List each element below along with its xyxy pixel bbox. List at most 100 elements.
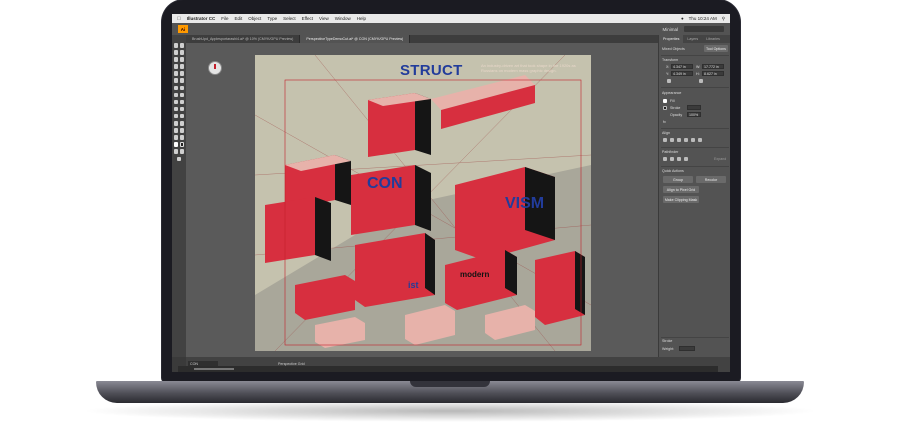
pencil-tool-icon[interactable]: [173, 78, 179, 83]
eyedropper-icon[interactable]: [173, 113, 179, 119]
h-field[interactable]: 8.627 in: [702, 71, 724, 76]
stroke-panel-heading[interactable]: Stroke: [662, 339, 672, 343]
curvature-tool-icon[interactable]: [179, 57, 185, 62]
timeline-scrubber[interactable]: [194, 368, 234, 370]
stroke-swatch-icon[interactable]: [663, 106, 667, 110]
paintbrush-icon[interactable]: [179, 71, 185, 76]
perspective-grid-icon[interactable]: [179, 99, 185, 105]
artwork-subtitle: An industry-driven art that took shape i…: [481, 63, 576, 73]
canvas-area[interactable]: STRUCT An industry-driven art that took …: [186, 43, 658, 357]
tab-layers[interactable]: Layers: [683, 35, 702, 43]
x-field[interactable]: 4.347 in: [671, 64, 693, 69]
flip-icon[interactable]: [699, 79, 703, 83]
menu-file[interactable]: File: [221, 16, 228, 21]
menu-clock[interactable]: Thu 10:24 AM: [689, 16, 717, 22]
type-tool-icon[interactable]: [173, 64, 179, 69]
workspace-switcher[interactable]: Minimal: [662, 27, 678, 32]
divider: [661, 337, 729, 338]
artwork-word-dark: modern: [460, 270, 490, 279]
width-tool-icon[interactable]: [173, 92, 179, 98]
menu-status-area: ● Thu 10:24 AM ⚲: [681, 16, 725, 22]
fill-swatch-icon[interactable]: [173, 142, 179, 147]
align-center-icon[interactable]: [670, 138, 674, 142]
align-right-icon[interactable]: [677, 138, 681, 142]
align-top-icon[interactable]: [684, 138, 688, 142]
direct-selection-tool-icon[interactable]: [179, 43, 185, 48]
zoom-tool-icon[interactable]: [179, 135, 185, 140]
screen-mode-icon[interactable]: [179, 149, 185, 154]
graph-tool-icon[interactable]: [179, 121, 185, 126]
opacity-field[interactable]: 100%: [687, 112, 701, 117]
group-button[interactable]: Group: [663, 176, 693, 183]
opacity-value: 100%: [689, 113, 699, 117]
mac-menu-bar:  Illustrator CC File Edit Object Type S…: [172, 14, 730, 23]
tab-libraries[interactable]: Libraries: [702, 35, 724, 43]
mesh-tool-icon[interactable]: [173, 106, 179, 112]
align-left-icon[interactable]: [663, 138, 667, 142]
expand-button[interactable]: Expand: [714, 157, 726, 161]
artboard-tool-icon[interactable]: [173, 128, 179, 133]
menu-help[interactable]: Help: [357, 16, 366, 21]
menu-window[interactable]: Window: [335, 16, 351, 21]
align-bottom-icon[interactable]: [698, 138, 702, 142]
tab-properties[interactable]: Properties: [659, 35, 684, 43]
minus-front-icon[interactable]: [670, 157, 674, 161]
edit-toolbar-icon[interactable]: [176, 156, 182, 161]
blend-tool-icon[interactable]: [179, 113, 185, 119]
intersect-icon[interactable]: [677, 157, 681, 161]
fx-button[interactable]: fx: [663, 120, 666, 124]
rotate-icon[interactable]: [667, 79, 671, 83]
wifi-icon[interactable]: ●: [681, 16, 684, 22]
magic-wand-icon[interactable]: [173, 50, 179, 55]
menu-object[interactable]: Object: [248, 16, 261, 21]
weight-field[interactable]: [679, 346, 695, 351]
hand-tool-icon[interactable]: [173, 135, 179, 140]
divider: [661, 166, 729, 167]
rectangle-tool-icon[interactable]: [173, 71, 179, 76]
perspective-grid-widget-icon[interactable]: [208, 61, 222, 75]
symbol-sprayer-icon[interactable]: [173, 121, 179, 126]
fill-swatch-icon[interactable]: [663, 99, 667, 103]
menu-app-name[interactable]: Illustrator CC: [187, 16, 216, 21]
laptop-notch: [410, 381, 490, 387]
scale-tool-icon[interactable]: [179, 85, 185, 91]
tab-document-2[interactable]: PerspectiveTypeDemoCut.ai* @ CON (CMYK/G…: [300, 35, 411, 43]
clipping-mask-button[interactable]: Make Clipping Mask: [663, 196, 699, 203]
y-field[interactable]: 4.349 in: [671, 71, 693, 76]
timeline-bar[interactable]: [178, 366, 718, 372]
menu-effect[interactable]: Effect: [302, 16, 313, 21]
w-field[interactable]: 17.772 in: [702, 64, 724, 69]
menu-edit[interactable]: Edit: [235, 16, 243, 21]
panel-tabs: Properties Layers Libraries: [659, 35, 730, 43]
recolor-button[interactable]: Recolor: [696, 176, 726, 183]
free-transform-icon[interactable]: [179, 92, 185, 98]
pen-tool-icon[interactable]: [173, 57, 179, 62]
artboard[interactable]: STRUCT An industry-driven art that took …: [255, 55, 591, 351]
apple-icon[interactable]: : [177, 16, 181, 22]
menu-type[interactable]: Type: [267, 16, 277, 21]
stroke-swatch-icon[interactable]: [179, 142, 185, 147]
gradient-tool-icon[interactable]: [179, 106, 185, 112]
shape-builder-icon[interactable]: [173, 99, 179, 105]
exclude-icon[interactable]: [684, 157, 688, 161]
draw-mode-icon[interactable]: [173, 149, 179, 154]
align-pixel-grid-button[interactable]: Align to Pixel Grid: [663, 186, 699, 193]
rotate-tool-icon[interactable]: [173, 85, 179, 91]
eraser-icon[interactable]: [179, 78, 185, 83]
divider: [661, 147, 729, 148]
stroke-weight-field[interactable]: [687, 105, 701, 110]
line-tool-icon[interactable]: [179, 64, 185, 69]
properties-panel: Properties Layers Libraries Mixed Object…: [658, 35, 730, 357]
lasso-icon[interactable]: [179, 50, 185, 55]
y-value: 4.349 in: [673, 72, 686, 76]
tool-options-button[interactable]: Tool Options: [704, 45, 728, 52]
selection-tool-icon[interactable]: [173, 43, 179, 48]
menu-select[interactable]: Select: [283, 16, 296, 21]
menu-view[interactable]: View: [319, 16, 329, 21]
search-stock-field[interactable]: [684, 26, 724, 32]
search-icon[interactable]: ⚲: [722, 16, 725, 22]
align-middle-icon[interactable]: [691, 138, 695, 142]
slice-tool-icon[interactable]: [179, 128, 185, 133]
unite-icon[interactable]: [663, 157, 667, 161]
tab-document-1[interactable]: BrushUpd_Applesportarashi4.ai* @ 10% (CM…: [186, 35, 301, 43]
